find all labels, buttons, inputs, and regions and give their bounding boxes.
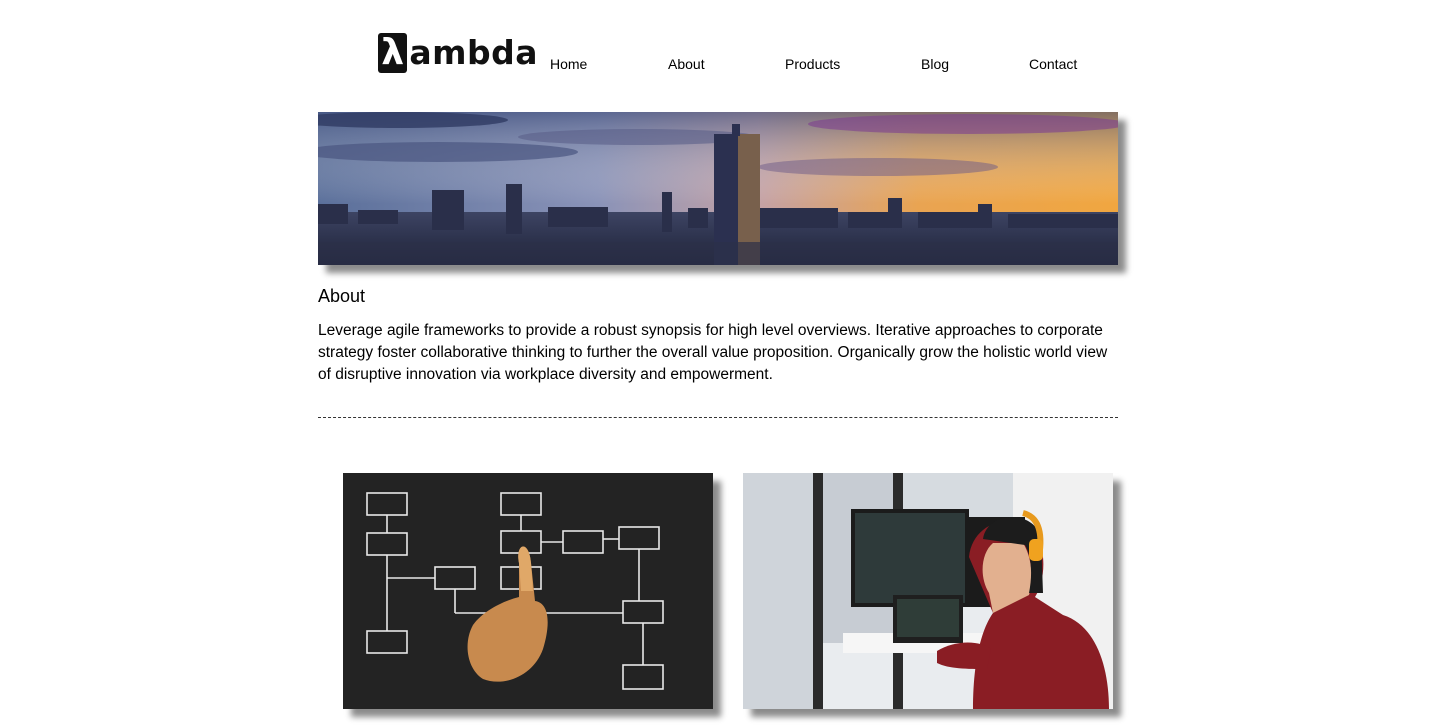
about-paragraph: Leverage agile frameworks to provide a r… [318,322,1108,383]
nav-products-link[interactable]: Products [785,56,840,72]
brand-logo[interactable]: λ ambda [378,32,538,74]
nav-contact-link[interactable]: Contact [1029,56,1077,72]
nav-about-link[interactable]: About [668,56,705,72]
flowchart-image [343,473,713,709]
brand-wordmark: ambda [409,33,538,72]
nav-home-link[interactable]: Home [550,56,587,72]
nav-blog-link[interactable]: Blog [921,56,949,72]
hero-skyline-image [318,112,1118,265]
about-heading: About [318,286,366,306]
section-divider [318,417,1118,418]
lambda-logo-icon: λ [378,33,408,73]
developer-workspace-image [743,473,1113,709]
